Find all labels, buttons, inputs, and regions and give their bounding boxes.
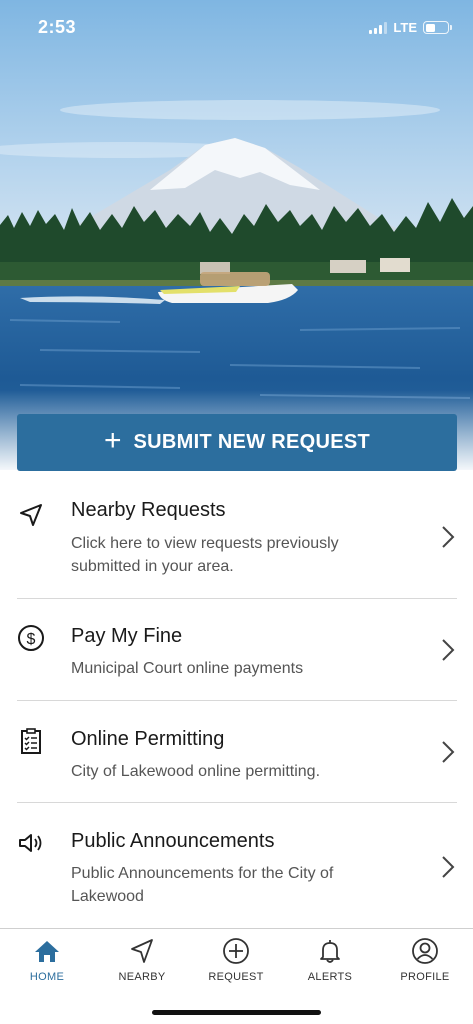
tab-alerts[interactable]: ALERTS <box>283 929 377 993</box>
status-time: 2:53 <box>38 17 77 37</box>
plus-circle-icon <box>223 938 249 964</box>
list-item-title: Nearby Requests <box>71 499 226 521</box>
network-type: LTE <box>393 20 417 35</box>
bell-icon <box>320 940 340 963</box>
submit-button-label: SUBMIT NEW REQUEST <box>133 431 371 453</box>
plus-icon: + <box>103 424 122 457</box>
chevron-right-icon <box>442 526 455 548</box>
user-circle-icon <box>412 938 438 964</box>
list-item-public-announcements[interactable]: Public Announcements Public Announcement… <box>0 803 473 929</box>
home-icon <box>35 941 59 962</box>
chevron-right-icon <box>442 856 455 878</box>
list-item-title: Pay My Fine <box>71 625 183 647</box>
home-indicator <box>152 1010 321 1015</box>
tab-request[interactable]: REQUEST <box>189 929 283 993</box>
tab-label: PROFILE <box>400 971 450 983</box>
list-item-description: Municipal Court online payments <box>71 660 304 677</box>
tab-label: REQUEST <box>208 971 264 983</box>
chevron-right-icon <box>442 639 455 661</box>
list-item-title: Online Permitting <box>71 728 225 750</box>
tab-home[interactable]: HOME <box>0 929 94 993</box>
tab-label: NEARBY <box>118 971 166 983</box>
list-item-online-permitting[interactable]: Online Permitting City of Lakewood onlin… <box>0 701 473 803</box>
tab-label: ALERTS <box>307 971 353 983</box>
navigation-arrow-icon <box>20 504 42 526</box>
list-item-description: Public Announcements for the City of Lak… <box>71 865 334 905</box>
home-menu-list: Nearby Requests Click here to view reque… <box>0 471 473 905</box>
list-item-nearby-requests[interactable]: Nearby Requests Click here to view reque… <box>0 471 473 599</box>
signal-strength-icon <box>369 21 388 34</box>
status-bar: 2:53 LTE <box>0 0 473 56</box>
navigation-arrow-icon <box>131 939 153 963</box>
megaphone-icon <box>19 834 42 852</box>
svg-text:$: $ <box>27 631 36 648</box>
tab-label: HOME <box>29 971 65 983</box>
tab-nearby[interactable]: NEARBY <box>95 929 189 993</box>
list-item-description: City of Lakewood online permitting. <box>71 763 321 780</box>
clipboard-checklist-icon <box>21 728 41 754</box>
list-item-title: Public Announcements <box>71 830 275 852</box>
dollar-circle-icon: $ <box>18 625 44 651</box>
list-item-pay-my-fine[interactable]: $ Pay My Fine Municipal Court online pay… <box>0 599 473 701</box>
submit-new-request-button[interactable]: + SUBMIT NEW REQUEST <box>17 414 457 471</box>
chevron-right-icon <box>442 741 455 763</box>
list-item-description: Click here to view requests previously s… <box>71 535 339 575</box>
tab-profile[interactable]: PROFILE <box>378 929 472 993</box>
battery-icon <box>423 21 452 34</box>
hero-image: 2:53 LTE <box>0 0 473 470</box>
status-indicators: LTE <box>369 20 452 35</box>
lake-scene-illustration <box>0 0 473 470</box>
